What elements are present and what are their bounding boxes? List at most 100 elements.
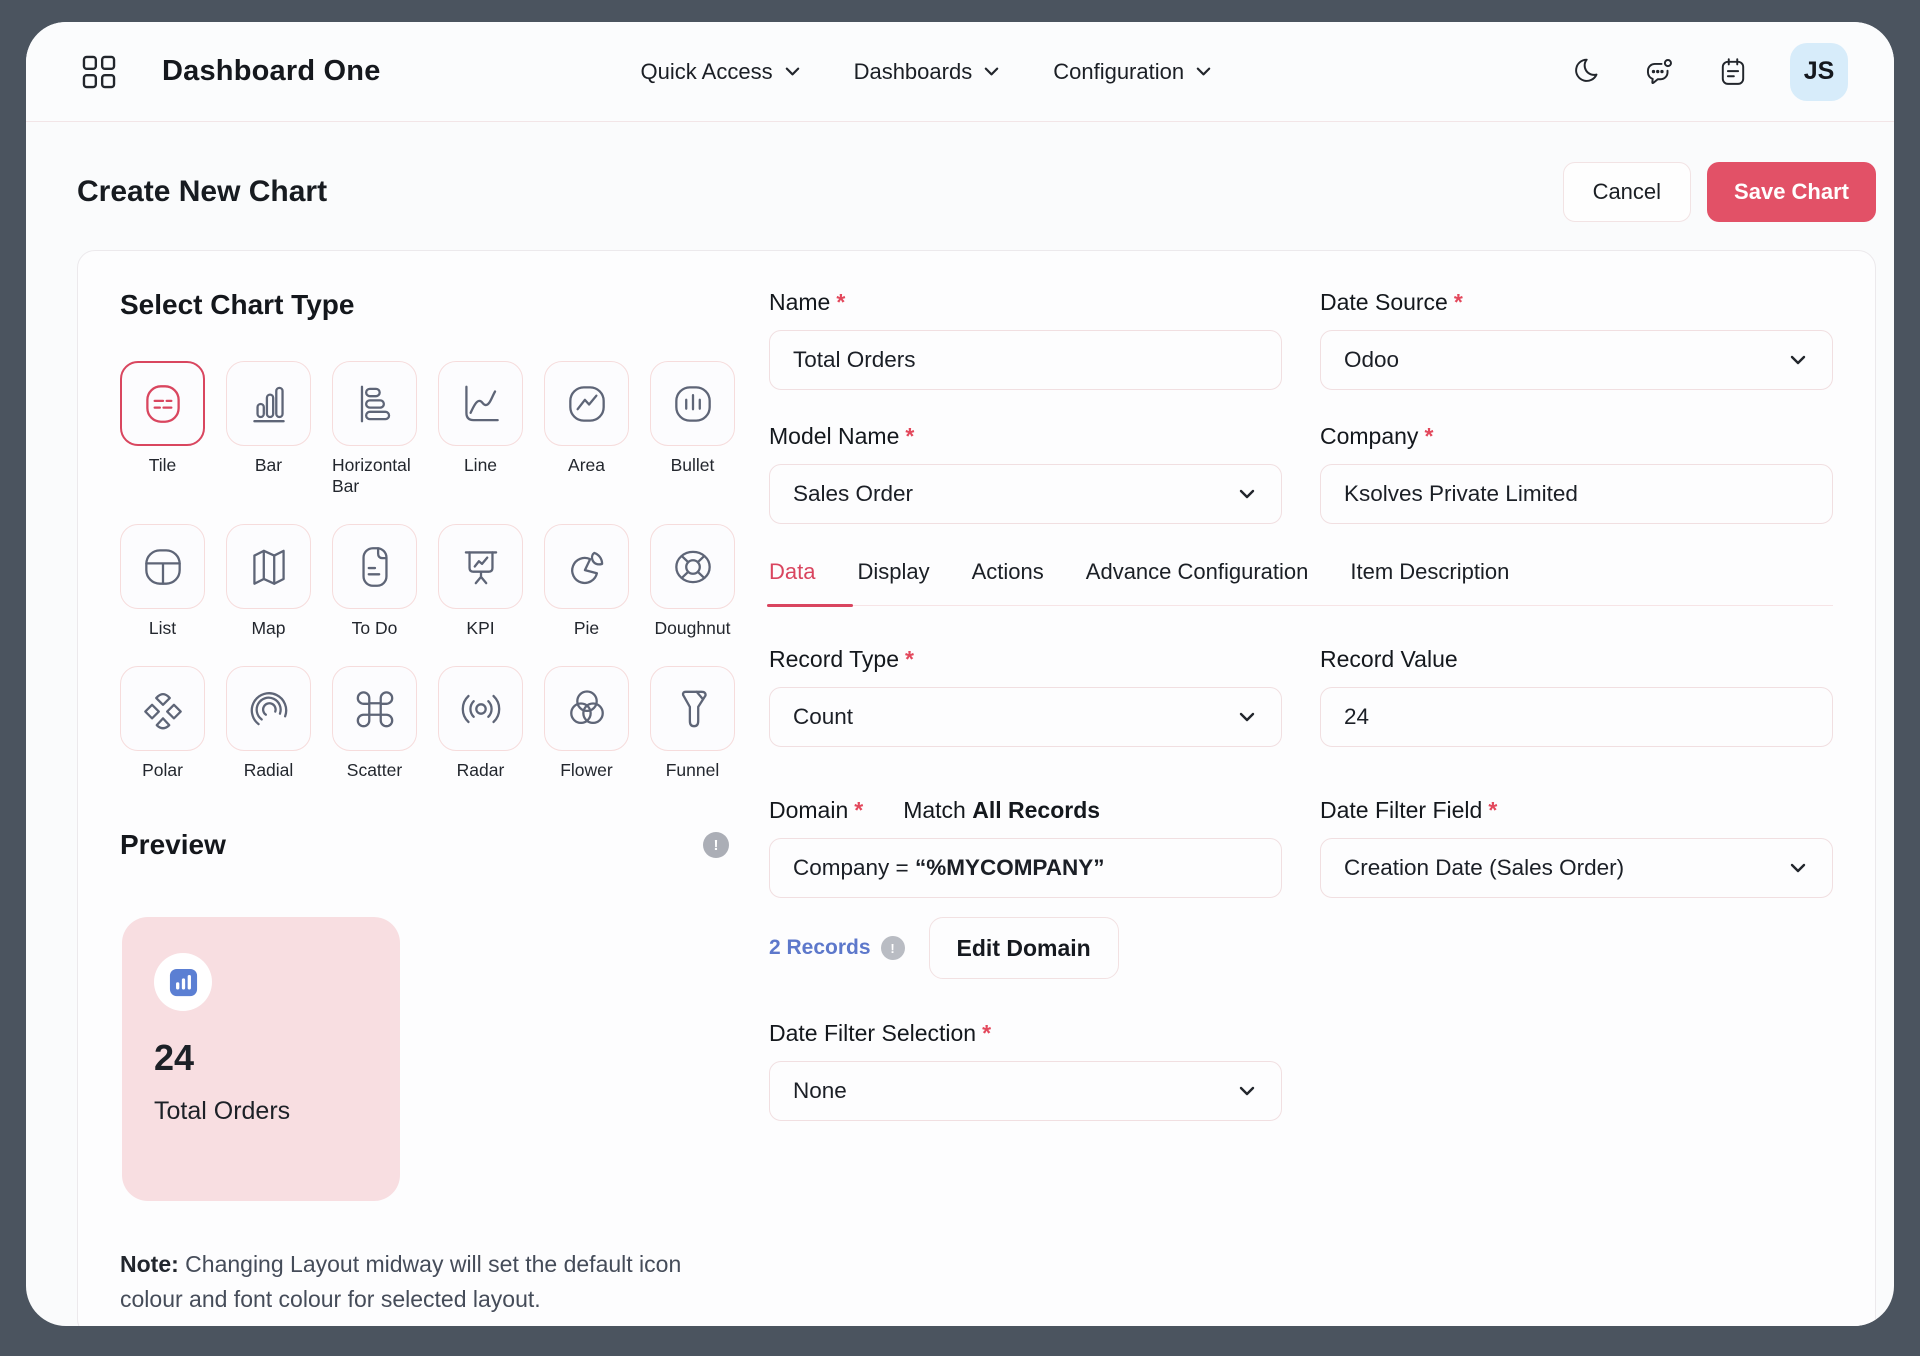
date-source-select[interactable]: Odoo — [1320, 330, 1833, 390]
cancel-button[interactable]: Cancel — [1563, 162, 1691, 222]
preview-info-icon[interactable]: ! — [703, 832, 729, 858]
nav-dashboards-label: Dashboards — [854, 59, 973, 85]
note-text: Changing Layout midway will set the defa… — [120, 1251, 681, 1312]
required-marker: * — [854, 797, 863, 824]
line-chart-icon — [456, 379, 506, 429]
chart-type-scatter[interactable]: Scatter — [332, 666, 417, 781]
preview-value: 24 — [154, 1037, 400, 1079]
domain-input[interactable]: Company = “%MYCOMPANY” — [769, 838, 1282, 898]
radial-chart-icon — [244, 684, 294, 734]
chart-type-label: Scatter — [347, 760, 402, 781]
chart-type-bar[interactable]: Bar — [226, 361, 311, 497]
preview-title: Preview — [120, 829, 226, 861]
name-field-group: Name* Total Orders — [769, 289, 1282, 390]
record-value-label: Record Value — [1320, 646, 1833, 673]
select-chart-type-title: Select Chart Type — [120, 289, 735, 321]
edit-domain-button[interactable]: Edit Domain — [929, 917, 1119, 979]
nav-dashboards[interactable]: Dashboards — [854, 59, 1002, 85]
chart-type-label: List — [149, 618, 176, 639]
chart-type-tile[interactable]: Tile — [120, 361, 205, 497]
list-chart-icon — [138, 542, 188, 592]
page-title: Create New Chart — [77, 175, 327, 209]
chart-type-label: Map — [251, 618, 285, 639]
tab-data[interactable]: Data — [769, 559, 815, 605]
chevron-down-icon — [783, 62, 802, 81]
chart-type-list[interactable]: List — [120, 524, 205, 639]
todo-chart-icon — [350, 542, 400, 592]
chart-type-label: Line — [464, 455, 497, 476]
required-marker: * — [836, 289, 845, 316]
required-marker: * — [905, 646, 914, 673]
name-input[interactable]: Total Orders — [769, 330, 1282, 390]
chart-type-radar[interactable]: Radar — [438, 666, 523, 781]
chat-icon[interactable] — [1642, 55, 1676, 89]
chart-type-label: To Do — [352, 618, 398, 639]
record-type-value: Count — [793, 704, 853, 730]
date-filter-field-group: Date Filter Field* Creation Date (Sales … — [1320, 797, 1833, 898]
doughnut-chart-icon — [668, 542, 718, 592]
tab-item-description[interactable]: Item Description — [1350, 559, 1509, 605]
save-chart-button[interactable]: Save Chart — [1707, 162, 1876, 222]
chart-type-label: Polar — [142, 760, 183, 781]
chart-type-label: Horizontal Bar — [332, 455, 417, 497]
create-chart-panel: Select Chart Type Tile — [77, 250, 1876, 1326]
chart-type-line[interactable]: Line — [438, 361, 523, 497]
date-filter-selection-value: None — [793, 1078, 847, 1104]
date-filter-selection-select[interactable]: None — [769, 1061, 1282, 1121]
records-info-icon[interactable]: ! — [881, 936, 905, 960]
chevron-down-icon — [982, 62, 1001, 81]
chart-type-kpi[interactable]: KPI — [438, 524, 523, 639]
model-name-select[interactable]: Sales Order — [769, 464, 1282, 524]
chart-type-label: Funnel — [666, 760, 720, 781]
required-marker: * — [905, 423, 914, 450]
horizontal-bar-chart-icon — [350, 379, 400, 429]
chart-type-polar[interactable]: Polar — [120, 666, 205, 781]
kpi-chart-icon — [456, 542, 506, 592]
required-marker: * — [1454, 289, 1463, 316]
date-filter-field-select[interactable]: Creation Date (Sales Order) — [1320, 838, 1833, 898]
nav-quick-access[interactable]: Quick Access — [641, 59, 802, 85]
required-marker: * — [982, 1020, 991, 1047]
chart-type-radial[interactable]: Radial — [226, 666, 311, 781]
chart-type-funnel[interactable]: Funnel — [650, 666, 735, 781]
chart-type-map[interactable]: Map — [226, 524, 311, 639]
tab-actions[interactable]: Actions — [972, 559, 1044, 605]
date-source-value: Odoo — [1344, 347, 1399, 373]
chart-type-todo[interactable]: To Do — [332, 524, 417, 639]
chart-type-label: Area — [568, 455, 605, 476]
area-chart-icon — [562, 379, 612, 429]
moon-icon[interactable] — [1568, 55, 1602, 89]
chart-type-bullet[interactable]: Bullet — [650, 361, 735, 497]
chart-type-horizontal-bar[interactable]: Horizontal Bar — [332, 361, 417, 497]
page-head: Create New Chart Cancel Save Chart — [26, 122, 1894, 222]
chart-type-area[interactable]: Area — [544, 361, 629, 497]
chart-type-pie[interactable]: Pie — [544, 524, 629, 639]
records-count-link[interactable]: 2 Records — [769, 936, 871, 960]
chevron-down-icon — [1787, 857, 1809, 879]
nav-configuration[interactable]: Configuration — [1053, 59, 1213, 85]
model-name-field-group: Model Name* Sales Order — [769, 423, 1282, 524]
pie-chart-icon — [562, 542, 612, 592]
tile-chart-icon — [138, 379, 188, 429]
required-marker: * — [1424, 423, 1433, 450]
tab-display[interactable]: Display — [857, 559, 929, 605]
bar-chart-badge-icon — [168, 967, 199, 998]
note-prefix: Note: — [120, 1251, 179, 1277]
notes-icon[interactable] — [1716, 55, 1750, 89]
tab-advance-configuration[interactable]: Advance Configuration — [1086, 559, 1309, 605]
grid-icon[interactable] — [80, 53, 118, 91]
record-value-input[interactable]: 24 — [1320, 687, 1833, 747]
name-label: Name* — [769, 289, 1282, 316]
chart-type-flower[interactable]: Flower — [544, 666, 629, 781]
avatar[interactable]: JS — [1790, 43, 1848, 101]
model-name-label: Model Name* — [769, 423, 1282, 450]
company-input[interactable]: Ksolves Private Limited — [1320, 464, 1833, 524]
flower-chart-icon — [562, 684, 612, 734]
domain-field-group: Domain* Match All Records Company = “%MY… — [769, 797, 1282, 898]
record-type-select[interactable]: Count — [769, 687, 1282, 747]
chart-type-doughnut[interactable]: Doughnut — [650, 524, 735, 639]
nav-configuration-label: Configuration — [1053, 59, 1184, 85]
chart-form: Name* Total Orders Date Source* Odoo — [735, 289, 1833, 1298]
app-window: Dashboard One Quick Access Dashboards Co… — [26, 22, 1894, 1326]
chart-type-label: Pie — [574, 618, 599, 639]
